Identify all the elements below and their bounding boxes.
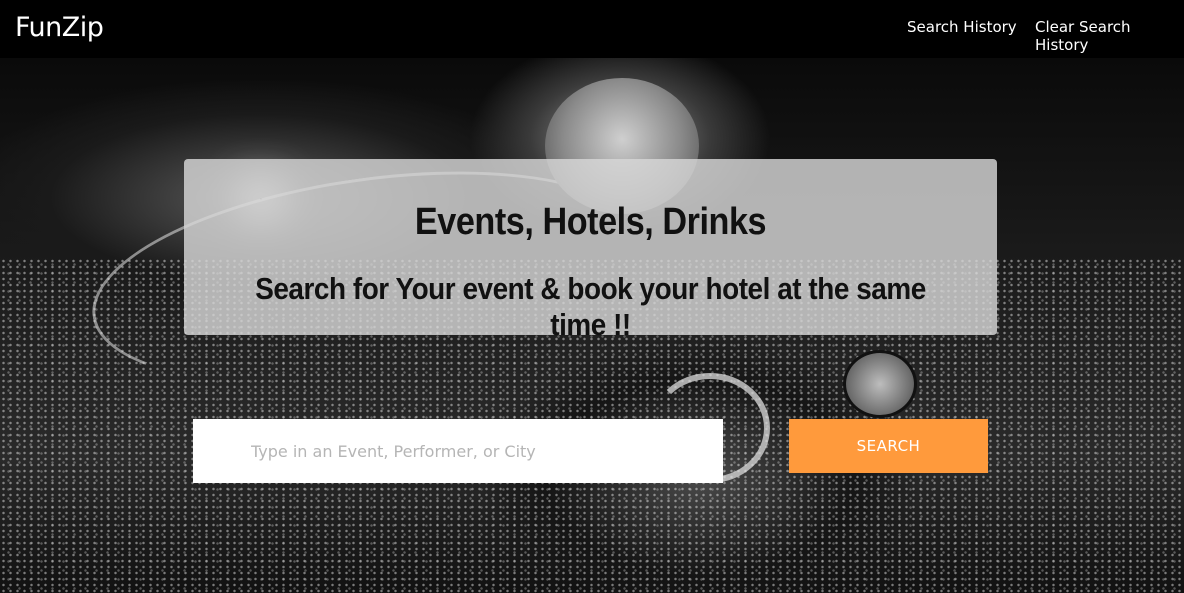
nav-search-history[interactable]: Search History (907, 18, 1017, 36)
brand-logo[interactable]: FunZip (15, 12, 104, 43)
navbar: FunZip Search History Clear Search Histo… (0, 0, 1184, 58)
hero-title-panel: Events, Hotels, Drinks Search for Your e… (184, 159, 997, 342)
nav-clear-search-history[interactable]: Clear Search History (1035, 18, 1184, 54)
hero-subtitle: Search for Your event & book your hotel … (255, 271, 926, 342)
search-input[interactable] (193, 419, 723, 483)
hero-title: Events, Hotels, Drinks (414, 201, 767, 243)
search-button[interactable]: SEARCH (789, 419, 988, 473)
video-screen-orb-small (843, 350, 917, 418)
